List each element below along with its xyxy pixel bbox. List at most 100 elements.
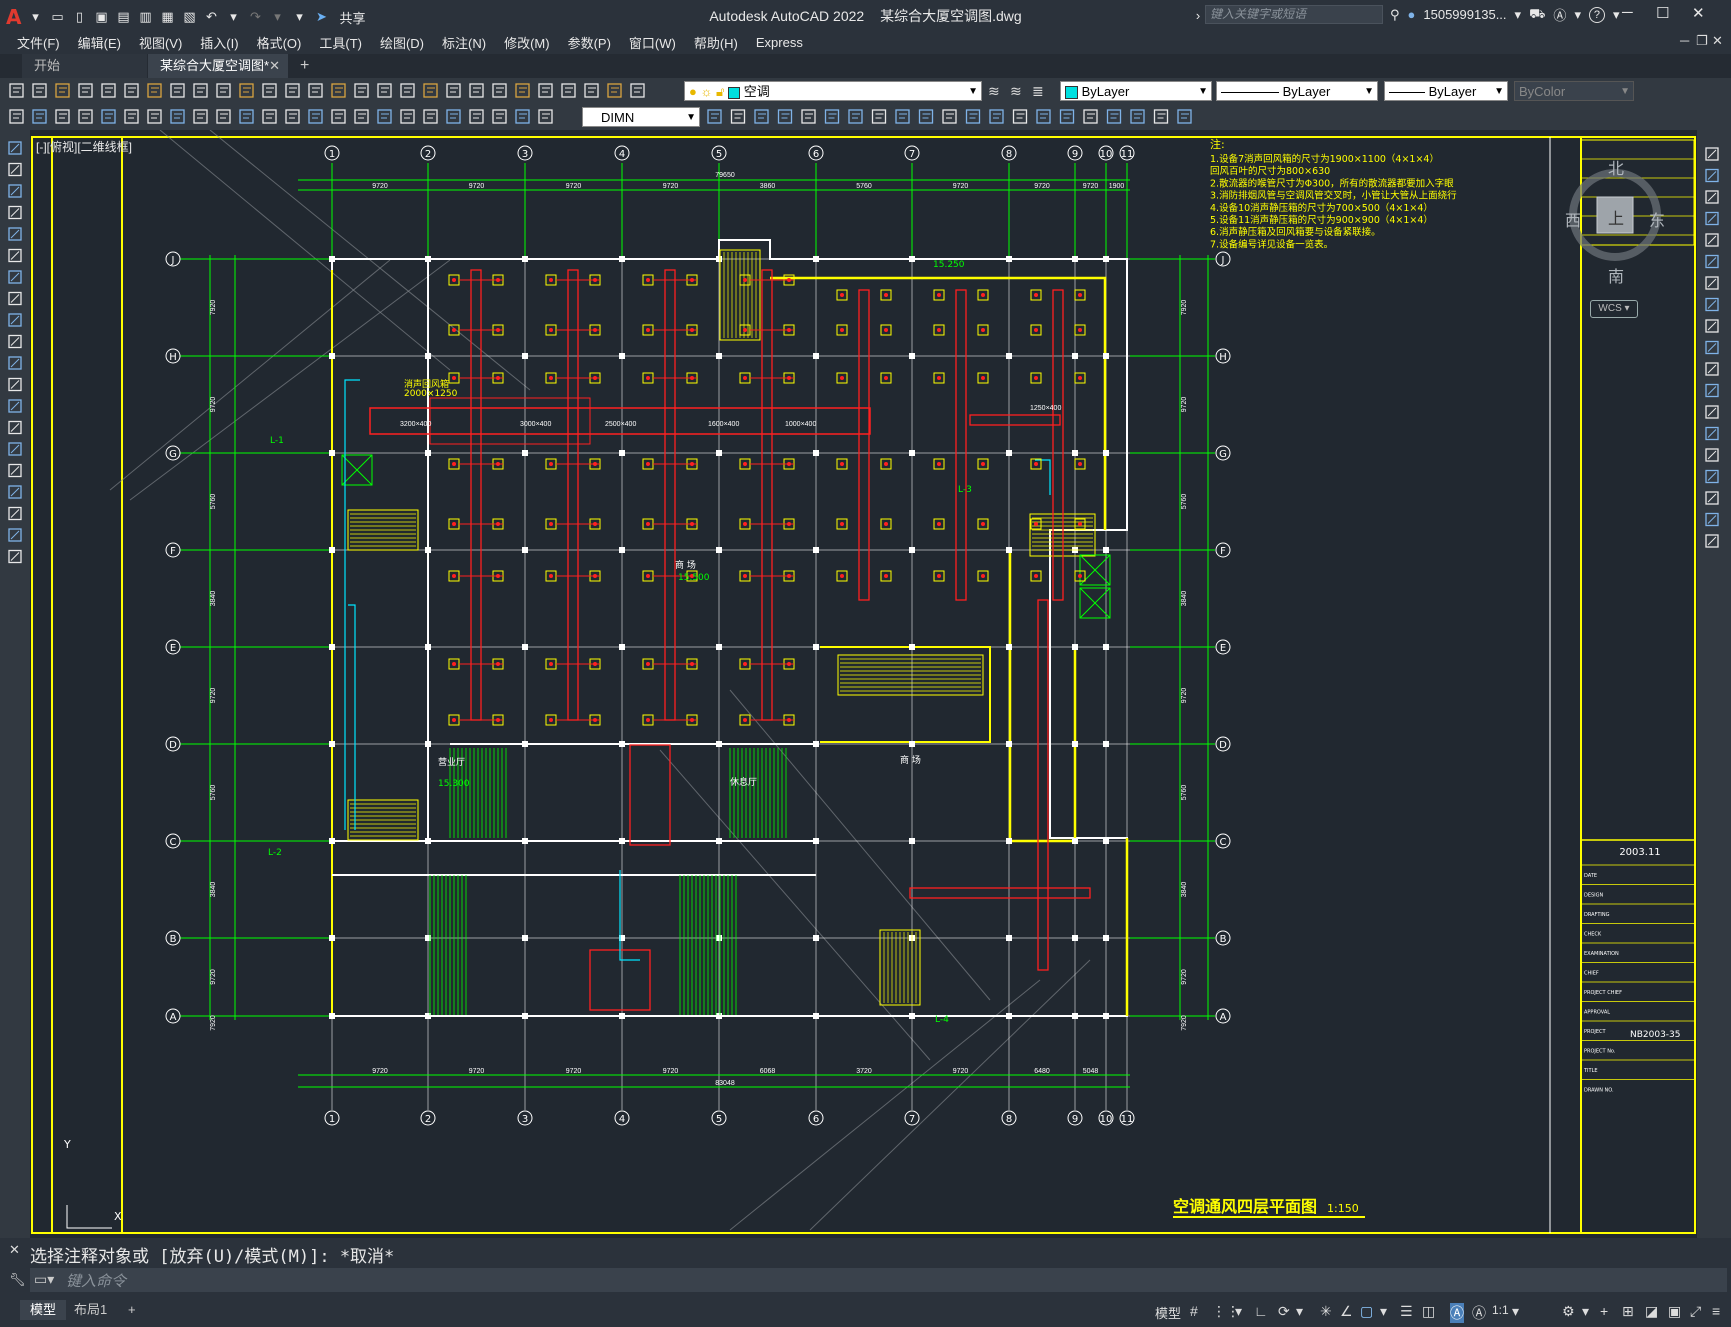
redo-icon[interactable]: ↷ (247, 9, 263, 25)
viewcube-south[interactable]: 南 (1608, 263, 1624, 287)
modify-toolbar-right-icons[interactable] (1697, 144, 1731, 564)
toolbar-tool-icon[interactable] (308, 109, 323, 124)
toolbar-tool-icon[interactable] (561, 83, 576, 98)
plus-icon[interactable]: + (1600, 1303, 1608, 1319)
toolbar-tool-icon[interactable] (1705, 233, 1719, 247)
customize-status-icon[interactable]: ≡ (1712, 1303, 1720, 1319)
search-icon[interactable]: ⚲ (1390, 7, 1400, 23)
maximize-icon[interactable]: ☐ (1656, 4, 1669, 22)
toolbar-tool-icon[interactable] (8, 506, 22, 521)
close-window-icon[interactable]: ✕ (1692, 4, 1705, 22)
toolbar-tool-icon[interactable] (8, 356, 22, 370)
menu-insert[interactable]: 插入(I) (193, 33, 249, 52)
toolbar-tool-icon[interactable] (8, 162, 22, 177)
toolbar-tool-icon[interactable] (469, 109, 484, 124)
standard-toolbar-icons[interactable] (8, 78, 688, 104)
toolbar-tool-icon[interactable] (8, 399, 22, 413)
toolbar-tool-icon[interactable] (824, 109, 840, 124)
viewcube[interactable]: 北 南 东 西 上 (1565, 155, 1665, 287)
toolbar-tool-icon[interactable] (308, 83, 323, 98)
toolbar-tool-icon[interactable] (8, 270, 22, 284)
toolbar-tool-icon[interactable] (32, 109, 47, 124)
chevron-right-icon[interactable]: › (1190, 7, 1206, 23)
toolbar-tool-icon[interactable] (1106, 109, 1122, 124)
open-file-icon[interactable]: ▯ (71, 9, 87, 25)
save-icon[interactable]: ▣ (93, 9, 109, 25)
user-account[interactable]: 1505999135... (1423, 7, 1506, 22)
object-snap-icon[interactable]: ▢ (1360, 1303, 1373, 1320)
polar-icon[interactable]: ⟳ (1278, 1303, 1290, 1320)
toolbar-tool-icon[interactable] (170, 109, 185, 124)
toolbar-tool-icon[interactable] (1705, 512, 1719, 527)
toolbar-tool-icon[interactable] (1059, 109, 1075, 124)
toolbar-tool-icon[interactable] (400, 83, 415, 98)
toolbar-tool-icon[interactable] (754, 109, 769, 124)
toolbar-tool-icon[interactable] (8, 549, 22, 564)
menu-view[interactable]: 视图(V) (132, 33, 193, 52)
toolbar-tool-icon[interactable] (216, 83, 231, 98)
menu-express[interactable]: Express (749, 35, 814, 50)
command-input[interactable]: ▭▾ 键入命令 (30, 1268, 1727, 1292)
viewcube-east[interactable]: 东 (1649, 207, 1665, 231)
menu-help[interactable]: 帮助(H) (687, 33, 749, 52)
toolbar-tool-icon[interactable] (423, 109, 438, 124)
viewport-controls[interactable]: [-][俯视][二维线框] (36, 138, 132, 155)
toolbar-tool-icon[interactable] (1705, 190, 1719, 204)
toolbar-tool-icon[interactable] (1705, 254, 1719, 269)
linetype-dropdown[interactable]: ByLayer ▼ (1216, 81, 1378, 101)
share-button[interactable]: 共享 (339, 8, 365, 27)
toolbar-tool-icon[interactable] (354, 83, 369, 98)
transparency-icon[interactable]: ◫ (1422, 1303, 1435, 1320)
toolbar-tool-icon[interactable] (8, 485, 22, 499)
clean-screen-icon[interactable]: ⤢ (1690, 1303, 1701, 1320)
toolbar-tool-icon[interactable] (331, 109, 346, 124)
user-dropdown-icon[interactable]: ▾ (1515, 7, 1522, 23)
menu-format[interactable]: 格式(O) (250, 33, 313, 52)
toolbar-tool-icon[interactable] (78, 83, 93, 98)
toolbar-tool-icon[interactable] (469, 83, 484, 98)
annotation-visibility-icon[interactable]: Ⓐ (1450, 1303, 1464, 1323)
layer-state-icon[interactable]: ≣ (1032, 83, 1048, 99)
close-commandline-icon[interactable]: ✕ (9, 1242, 20, 1258)
wcs-menu[interactable]: WCS ▾ (1590, 300, 1638, 318)
draw-toolbar-icons[interactable] (0, 138, 30, 608)
tab-layout1[interactable]: 布局1 (64, 1300, 117, 1320)
toolbar-tool-icon[interactable] (8, 334, 22, 349)
toolbar-tool-icon[interactable] (942, 109, 957, 124)
toolbar-tool-icon[interactable] (331, 83, 346, 98)
toolbar-tool-icon[interactable] (147, 109, 162, 124)
toolbar-tool-icon[interactable] (285, 83, 300, 98)
toolbar-tool-icon[interactable] (377, 109, 392, 124)
app-dropdown-icon[interactable]: ▾ (1574, 7, 1581, 23)
lineweight-icon[interactable]: ☰ (1400, 1303, 1413, 1320)
search-input[interactable]: 键入关键字或短语 (1205, 5, 1383, 24)
isodraft-icon[interactable]: ✳ (1320, 1303, 1332, 1320)
toolbar-tool-icon[interactable] (1705, 211, 1719, 226)
command-prompt-icon[interactable]: ▭▾ (34, 1271, 54, 1288)
toolbar-tool-icon[interactable] (400, 109, 415, 124)
layer-dropdown[interactable]: ● ☼ 🔓︎ 空调 ▼ (684, 81, 982, 101)
menu-parametric[interactable]: 参数(P) (561, 33, 622, 52)
toolbar-tool-icon[interactable] (423, 83, 438, 98)
toolbar-tool-icon[interactable] (1036, 109, 1051, 124)
share-icon[interactable]: ➤ (313, 9, 329, 25)
units-icon[interactable]: ⊞ (1622, 1303, 1634, 1320)
ortho-icon[interactable]: ∟ (1254, 1303, 1268, 1319)
toolbar-tool-icon[interactable] (777, 109, 793, 124)
toolbar-tool-icon[interactable] (55, 83, 70, 98)
toolbar-tool-icon[interactable] (1705, 340, 1719, 355)
toolbar-tool-icon[interactable] (515, 83, 530, 98)
redo-dropdown-icon[interactable]: ▾ (269, 9, 285, 25)
toolbar-tool-icon[interactable] (965, 109, 981, 124)
user-icon[interactable]: ● (1408, 7, 1416, 22)
toolbar-tool-icon[interactable] (8, 377, 22, 392)
viewcube-top[interactable]: 上 (1608, 205, 1624, 229)
snap-dropdown-icon[interactable]: ▾ (1235, 1303, 1242, 1320)
toolbar-tool-icon[interactable] (607, 83, 622, 98)
toolbar-tool-icon[interactable] (1705, 534, 1719, 548)
help-icon[interactable]: ? (1588, 6, 1605, 23)
cart-icon[interactable]: ⛟ (1529, 6, 1545, 24)
toolbar-tool-icon[interactable] (989, 109, 1004, 124)
workspace-gear-icon[interactable]: ⚙ (1562, 1303, 1575, 1320)
save-web-icon[interactable]: ▦ (159, 9, 175, 25)
